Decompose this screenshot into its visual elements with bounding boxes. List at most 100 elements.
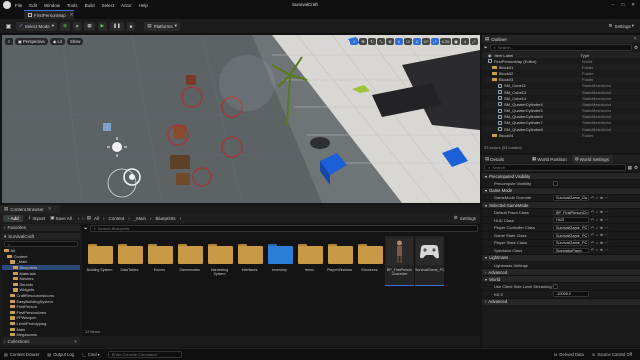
favorites-header[interactable]: › Favorites [2, 224, 80, 231]
details-search-input[interactable]: ⌕ Search [484, 164, 626, 171]
asset-folder[interactable]: Items [295, 236, 324, 286]
world-icon[interactable]: ◍ [386, 37, 394, 45]
outliner-row[interactable]: Block04 Folder [482, 132, 640, 138]
camera-speed-icon[interactable]: ▣ [452, 37, 460, 45]
outliner-row[interactable]: SM_QuarterCylinder8 StaticMeshActor [482, 126, 640, 133]
outliner-search-input[interactable]: ⌕ Search... [489, 44, 632, 51]
forward-icon[interactable]: › [82, 216, 84, 221]
more-icon[interactable]: ⋯ [605, 248, 609, 252]
details-section-header[interactable]: › Advanced [482, 297, 640, 305]
reset-icon[interactable]: ↶ [591, 210, 594, 214]
project-header[interactable]: ▾ SurvivalCraft [2, 233, 80, 240]
property-dropdown[interactable]: SpectatorPawn [553, 247, 589, 254]
outliner-row[interactable]: SM_Cube13 StaticMeshActor [482, 88, 640, 96]
col-type[interactable]: Type [581, 53, 590, 58]
cinematics-icon[interactable]: ▦ [84, 21, 95, 31]
perspective-button[interactable]: ▣ Perspective [15, 37, 48, 45]
asset-blueprint[interactable]: BP_FirstPerson Character [385, 236, 414, 286]
add-button[interactable]: + Add [3, 214, 23, 222]
breadcrumb-all[interactable]: All [94, 216, 99, 221]
menu-window[interactable]: Window [44, 3, 60, 8]
property-dropdown[interactable]: HUD [553, 217, 589, 223]
lit-button[interactable]: ◉ Lit [49, 37, 65, 45]
menu-build[interactable]: Build [85, 3, 95, 8]
asset-blueprint[interactable]: SurvivalGame_PC [415, 236, 445, 286]
hamburger-icon[interactable]: ≡ [5, 37, 13, 45]
asset-folder[interactable]: DataTables [115, 236, 144, 286]
close-tab-icon[interactable]: ✕ [70, 12, 74, 18]
outliner-row[interactable]: FirstPersonMap (Editor) World [482, 58, 640, 64]
console-command-input[interactable]: Enter Console Command [107, 351, 182, 358]
property-input[interactable]: -10000.0 [553, 291, 589, 297]
add-icon[interactable]: ⊕ [600, 196, 603, 200]
reset-icon[interactable]: ↶ [591, 226, 594, 230]
details-section-header[interactable]: ▾ Game Mode [482, 186, 640, 194]
tab-details[interactable]: ▤ Details [482, 155, 507, 163]
outliner-row[interactable]: SM_Cube11 StaticMeshActor [482, 83, 640, 89]
menu-file[interactable]: File [15, 3, 22, 8]
details-section-header[interactable]: ▾ Precomputed Visibility [482, 172, 640, 179]
menu-select[interactable]: Select [102, 3, 115, 8]
reset-icon[interactable]: ↶ [591, 241, 594, 245]
details-section-header[interactable]: › Advanced [482, 268, 640, 276]
scale-snap-icon[interactable]: ⤢ [431, 37, 439, 45]
property-dropdown[interactable]: BP_FirstPersonCh [553, 209, 589, 216]
step-icon[interactable]: ❚❚ [110, 21, 124, 31]
property-dropdown[interactable]: SurvivalGame_PC [553, 232, 589, 239]
settings-button[interactable]: ⚙ Settings ▾ [608, 23, 634, 29]
browse-icon[interactable]: ⌕ [596, 218, 598, 222]
browse-icon[interactable]: ⌕ [596, 196, 598, 200]
reset-icon[interactable]: ↶ [591, 248, 594, 252]
browse-icon[interactable]: ⌕ [596, 248, 598, 252]
details-section-header[interactable]: ▾ Selected GameMode [482, 201, 640, 209]
outliner-row[interactable]: SM_QuarterCylinder4 StaticMeshActor [482, 101, 640, 108]
asset-folder[interactable]: Structures [355, 236, 384, 286]
close-icon[interactable]: ✕ [628, 1, 638, 8]
blueprints-icon[interactable]: ⌗ [72, 21, 82, 31]
derived-data-button[interactable]: ⛁ Derived Data [554, 352, 584, 357]
close-icon[interactable]: ✕ [48, 206, 52, 212]
platforms-button[interactable]: ▤ Platforms ▾ [144, 21, 180, 31]
outliner-row[interactable]: SM_QuarterCylinder6 StaticMeshActor [482, 113, 640, 120]
content-browser-tab[interactable]: ▤ Content Browser ✕ [0, 205, 60, 213]
collections-header[interactable]: › Collections + [2, 337, 80, 345]
filter-icon[interactable]: ⏷ [484, 45, 488, 50]
breadcrumb-content[interactable]: Content [109, 216, 125, 221]
outliner-row[interactable]: SM_QuarterCylinder5 StaticMeshActor [482, 108, 640, 114]
select-tool-icon[interactable]: ➚ [350, 37, 358, 45]
back-icon[interactable]: ‹ [78, 216, 80, 221]
more-icon[interactable]: ⋯ [605, 210, 609, 214]
more-icon[interactable]: ⋯ [605, 218, 609, 222]
add-icon[interactable]: ⊕ [600, 241, 603, 245]
asset-folder[interactable]: Gamemodes [175, 236, 204, 286]
maximize-viewport-icon[interactable]: ⤢ [470, 37, 478, 45]
add-icon[interactable]: ⊕ [600, 218, 603, 222]
browse-icon[interactable]: ⌕ [596, 233, 598, 237]
tab-world-settings[interactable]: ◍ World Settings [571, 155, 612, 163]
outliner-row[interactable]: Block02 Folder [482, 70, 640, 76]
menu-edit[interactable]: Edit [29, 3, 37, 8]
details-section-header[interactable]: ▾ Lightmass [482, 253, 640, 261]
source-control-button[interactable]: ⊘ Source Control Off [592, 352, 632, 357]
menu-actor[interactable]: Actor [121, 3, 132, 8]
minimize-icon[interactable]: – [608, 1, 618, 8]
reset-icon[interactable]: ↶ [591, 218, 594, 222]
property-checkbox[interactable] [553, 180, 558, 186]
reset-icon[interactable]: ↶ [591, 233, 594, 237]
add-content-icon[interactable]: ⊕ [60, 21, 70, 31]
maximize-icon[interactable]: □ [618, 1, 628, 8]
level-viewport[interactable] [2, 35, 480, 203]
select-mode-button[interactable]: ➚ Select Mode ▾ [16, 21, 58, 31]
property-dropdown[interactable]: SurvivalGame_Ga [553, 195, 589, 201]
breadcrumb-blueprints[interactable]: Blueprints [156, 216, 176, 221]
output-log-button[interactable]: ▤ Output Log [47, 352, 74, 357]
close-icon[interactable]: ✕ [633, 36, 637, 42]
cb-settings-button[interactable]: ⚙ Settings [454, 215, 476, 221]
move-tool-icon[interactable]: ✥ [359, 37, 367, 45]
add-icon[interactable]: ⊕ [600, 233, 603, 237]
play-icon[interactable]: ▶ [97, 21, 108, 31]
angle-snap-icon[interactable]: ∠ [413, 37, 421, 45]
browse-icon[interactable]: ⌕ [596, 226, 598, 230]
col-item-label[interactable]: Item Label [495, 53, 581, 58]
asset-folder[interactable]: Enums [145, 236, 174, 286]
